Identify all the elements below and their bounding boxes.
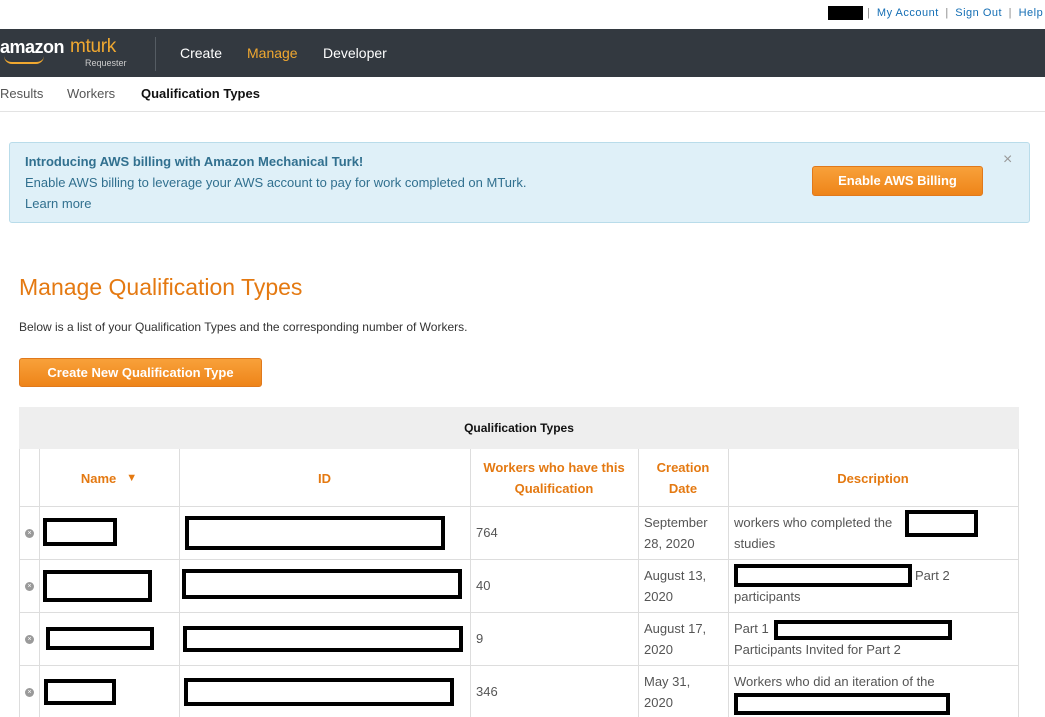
- close-icon[interactable]: ×: [1003, 151, 1012, 169]
- header-id-label: ID: [318, 470, 331, 486]
- amazon-smile-icon: [4, 56, 44, 64]
- redacted-description: [734, 564, 912, 587]
- aws-billing-banner: Introducing AWS billing with Amazon Mech…: [9, 142, 1030, 223]
- logo-requester-text: Requester: [85, 58, 127, 68]
- creation-date-line2: 28, 2020: [644, 536, 695, 551]
- redacted-name: [44, 679, 116, 705]
- description-line1: workers who completed the: [734, 515, 893, 530]
- workers-count: 764: [476, 525, 498, 540]
- creation-date-line1: May 31,: [644, 674, 691, 689]
- creation-date-line1: August 17,: [644, 621, 707, 636]
- remove-row-icon[interactable]: ×: [25, 529, 34, 538]
- table-grid-line: [19, 449, 20, 717]
- description-line2: participants: [734, 589, 801, 604]
- learn-more-link[interactable]: Learn more: [25, 196, 91, 211]
- description-line2: studies: [734, 536, 776, 551]
- nav-divider: [155, 37, 156, 71]
- help-link[interactable]: Help: [1019, 7, 1044, 19]
- creation-date-line2: 2020: [644, 642, 673, 657]
- remove-row-icon[interactable]: ×: [25, 688, 34, 697]
- header-name[interactable]: Name ▼: [39, 449, 179, 507]
- description-line1: Part 2: [915, 568, 950, 583]
- description-line1: Workers who did an iteration of the: [734, 674, 935, 689]
- logo-amazon-text: amazon: [0, 37, 65, 57]
- header-name-label: Name: [80, 470, 117, 486]
- header-id[interactable]: ID: [179, 449, 470, 507]
- description-line1: Part 1: [734, 621, 769, 636]
- qualification-types-table: Qualification Types Name ▼ ID Workers wh…: [19, 407, 1019, 717]
- redacted-id: [182, 569, 462, 599]
- header-description[interactable]: Description: [728, 449, 1018, 507]
- redacted-id: [184, 678, 454, 706]
- link-separator: |: [1008, 7, 1012, 19]
- sort-down-icon[interactable]: ▼: [126, 468, 137, 489]
- enable-aws-billing-button[interactable]: Enable AWS Billing: [812, 166, 983, 196]
- sign-out-link[interactable]: Sign Out: [955, 7, 1002, 19]
- header-description-label: Description: [837, 470, 909, 486]
- mturk-logo[interactable]: amazon mturk Requester: [0, 35, 150, 71]
- creation-date-line2: 2020: [644, 589, 673, 604]
- redacted-id: [183, 626, 463, 652]
- workers-count: 9: [476, 631, 484, 646]
- subnav-workers[interactable]: Workers: [67, 86, 115, 101]
- workers-count: 40: [476, 578, 491, 593]
- banner-title: Introducing AWS billing with Amazon Mech…: [25, 154, 364, 169]
- redacted-name: [43, 570, 152, 602]
- redacted-description: [774, 620, 952, 640]
- link-separator: |: [945, 7, 949, 19]
- top-utility-bar: | My Account | Sign Out | Help: [0, 0, 1045, 29]
- header-date-line2: Date: [668, 481, 698, 496]
- remove-row-icon[interactable]: ×: [25, 635, 34, 644]
- redacted-name: [43, 518, 117, 546]
- account-links: | My Account | Sign Out | Help: [864, 7, 1043, 19]
- redacted-id: [185, 516, 445, 550]
- creation-date-line1: August 13,: [644, 568, 707, 583]
- header-date-line1: Creation: [656, 460, 710, 475]
- main-navbar: amazon mturk Requester Create Manage Dev…: [0, 29, 1045, 77]
- header-creation-date[interactable]: Creation Date: [638, 449, 728, 507]
- page-title: Manage Qualification Types: [19, 274, 303, 300]
- table-grid-line: [19, 665, 1019, 666]
- redacted-description: [905, 510, 978, 537]
- create-qualification-type-button[interactable]: Create New Qualification Type: [19, 358, 262, 387]
- description-line2: Participants Invited for Part 2: [734, 642, 901, 657]
- logo-mturk-text: mturk: [70, 36, 117, 57]
- page-description: Below is a list of your Qualification Ty…: [19, 320, 468, 334]
- nav-developer[interactable]: Developer: [323, 45, 387, 61]
- redacted-username: [828, 6, 863, 20]
- workers-count: 346: [476, 684, 498, 699]
- table-grid-line: [19, 612, 1019, 613]
- table-grid-line: [1018, 449, 1019, 717]
- banner-text: Enable AWS billing to leverage your AWS …: [25, 175, 527, 190]
- header-workers-line2: Qualification: [514, 481, 594, 496]
- table-caption: Qualification Types: [19, 407, 1019, 449]
- manage-subnav: Results Workers Qualification Types: [0, 77, 1045, 112]
- link-separator: |: [867, 7, 871, 19]
- subnav-results[interactable]: Results: [0, 86, 43, 101]
- nav-manage[interactable]: Manage: [247, 45, 298, 61]
- creation-date-line1: September: [644, 515, 708, 530]
- header-workers[interactable]: Workers who have this Qualification: [470, 449, 638, 507]
- nav-create[interactable]: Create: [180, 45, 222, 61]
- table-grid-line: [19, 559, 1019, 560]
- my-account-link[interactable]: My Account: [877, 7, 939, 19]
- subnav-qualification-types[interactable]: Qualification Types: [141, 86, 260, 101]
- creation-date-line2: 2020: [644, 695, 673, 710]
- remove-row-icon[interactable]: ×: [25, 582, 34, 591]
- header-workers-line1: Workers who have this: [483, 460, 625, 475]
- redacted-description: [734, 693, 950, 715]
- redacted-name: [46, 627, 154, 650]
